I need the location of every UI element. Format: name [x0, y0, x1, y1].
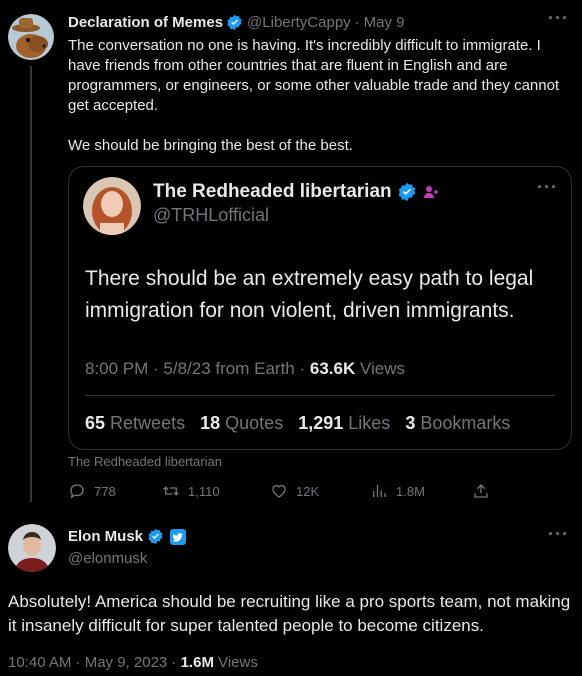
tweet-header: Declaration of Memes @LibertyCappy · May…	[68, 14, 405, 31]
author-name[interactable]: Declaration of Memes	[68, 14, 223, 31]
views-count: 1.8M	[396, 483, 425, 499]
more-options-button[interactable]: ···	[548, 524, 569, 545]
views-count: 1.6M	[180, 654, 214, 671]
quoted-tweet-meta: 8:00 PM · 5/8/23 from Earth · 63.6K View…	[85, 359, 405, 379]
twitter-logo-badge-icon	[170, 528, 187, 545]
verified-badge-icon	[227, 14, 242, 31]
share-icon	[474, 484, 488, 498]
retweet-count: 1,110	[188, 483, 220, 499]
quoted-tweet-card[interactable]: The Redheaded libertarian @TRHLofficial …	[68, 166, 572, 450]
like-button[interactable]: 12K	[270, 482, 319, 500]
views-label: Views	[355, 359, 406, 378]
action-bar: 778 1,110 12K 1.8M	[66, 482, 506, 502]
author-handle[interactable]: @elonmusk	[68, 550, 147, 567]
elon-avatar-icon	[8, 524, 56, 572]
separator-dot: ·	[354, 14, 360, 31]
reply-count: 778	[94, 483, 116, 499]
retweets-stat[interactable]: 65 Retweets	[85, 413, 185, 433]
tweet-text: The conversation no one is having. It's …	[68, 37, 560, 154]
author-handle[interactable]: @TRHLofficial	[153, 205, 269, 226]
divider	[85, 395, 555, 396]
avatar[interactable]	[83, 177, 141, 235]
quote-attribution: The Redheaded libertarian	[68, 454, 222, 469]
reply-button[interactable]: 778	[68, 482, 116, 500]
more-options-button[interactable]: ···	[548, 8, 569, 29]
reply-text: Absolutely! America should be recruiting…	[8, 592, 571, 635]
views-chart-icon	[373, 485, 386, 497]
capybara-cowboy-avatar-icon	[8, 14, 54, 60]
views-label: Views	[213, 654, 258, 671]
views-count: 63.6K	[309, 359, 356, 378]
author-name[interactable]: The Redheaded libertarian	[153, 181, 392, 203]
views-button[interactable]: 1.8M	[370, 482, 425, 500]
tweet-date[interactable]: May 9	[364, 14, 405, 31]
verified-badge-icon	[148, 528, 163, 545]
author-name[interactable]: Elon Musk	[68, 528, 143, 545]
timestamp[interactable]: 8:00 PM · 5/8/23 from Earth ·	[85, 359, 310, 378]
pink-person-badge-icon	[423, 186, 438, 198]
heart-icon	[272, 484, 286, 498]
verified-badge-icon	[398, 182, 415, 202]
more-options-button[interactable]: ···	[537, 177, 558, 198]
bookmarks-stat[interactable]: 3 Bookmarks	[405, 413, 510, 433]
reply-icon	[70, 484, 84, 499]
share-button[interactable]	[472, 482, 490, 500]
quoted-author-header: The Redheaded libertarian	[153, 181, 439, 203]
quoted-tweet-text: There should be an extremely easy path t…	[85, 267, 534, 322]
avatar[interactable]	[8, 14, 54, 60]
reply-meta: 10:40 AM · May 9, 2023 · 1.6M Views	[8, 654, 258, 671]
thread-connector-line	[30, 66, 32, 502]
quotes-stat[interactable]: 18 Quotes	[200, 413, 283, 433]
retweet-icon	[163, 486, 179, 496]
likes-stat[interactable]: 1,291 Likes	[298, 413, 390, 433]
like-count: 12K	[296, 483, 320, 499]
avatar[interactable]	[8, 524, 56, 572]
timestamp[interactable]: 10:40 AM · May 9, 2023 ·	[8, 654, 181, 671]
engagement-stats: 65 Retweets 18 Quotes 1,291 Likes 3 Book…	[85, 413, 520, 434]
redhead-avatar-icon	[83, 177, 141, 235]
author-handle[interactable]: @LibertyCappy	[247, 14, 351, 31]
reply-author-header: Elon Musk	[68, 528, 187, 545]
retweet-button[interactable]: 1,110	[162, 482, 220, 500]
